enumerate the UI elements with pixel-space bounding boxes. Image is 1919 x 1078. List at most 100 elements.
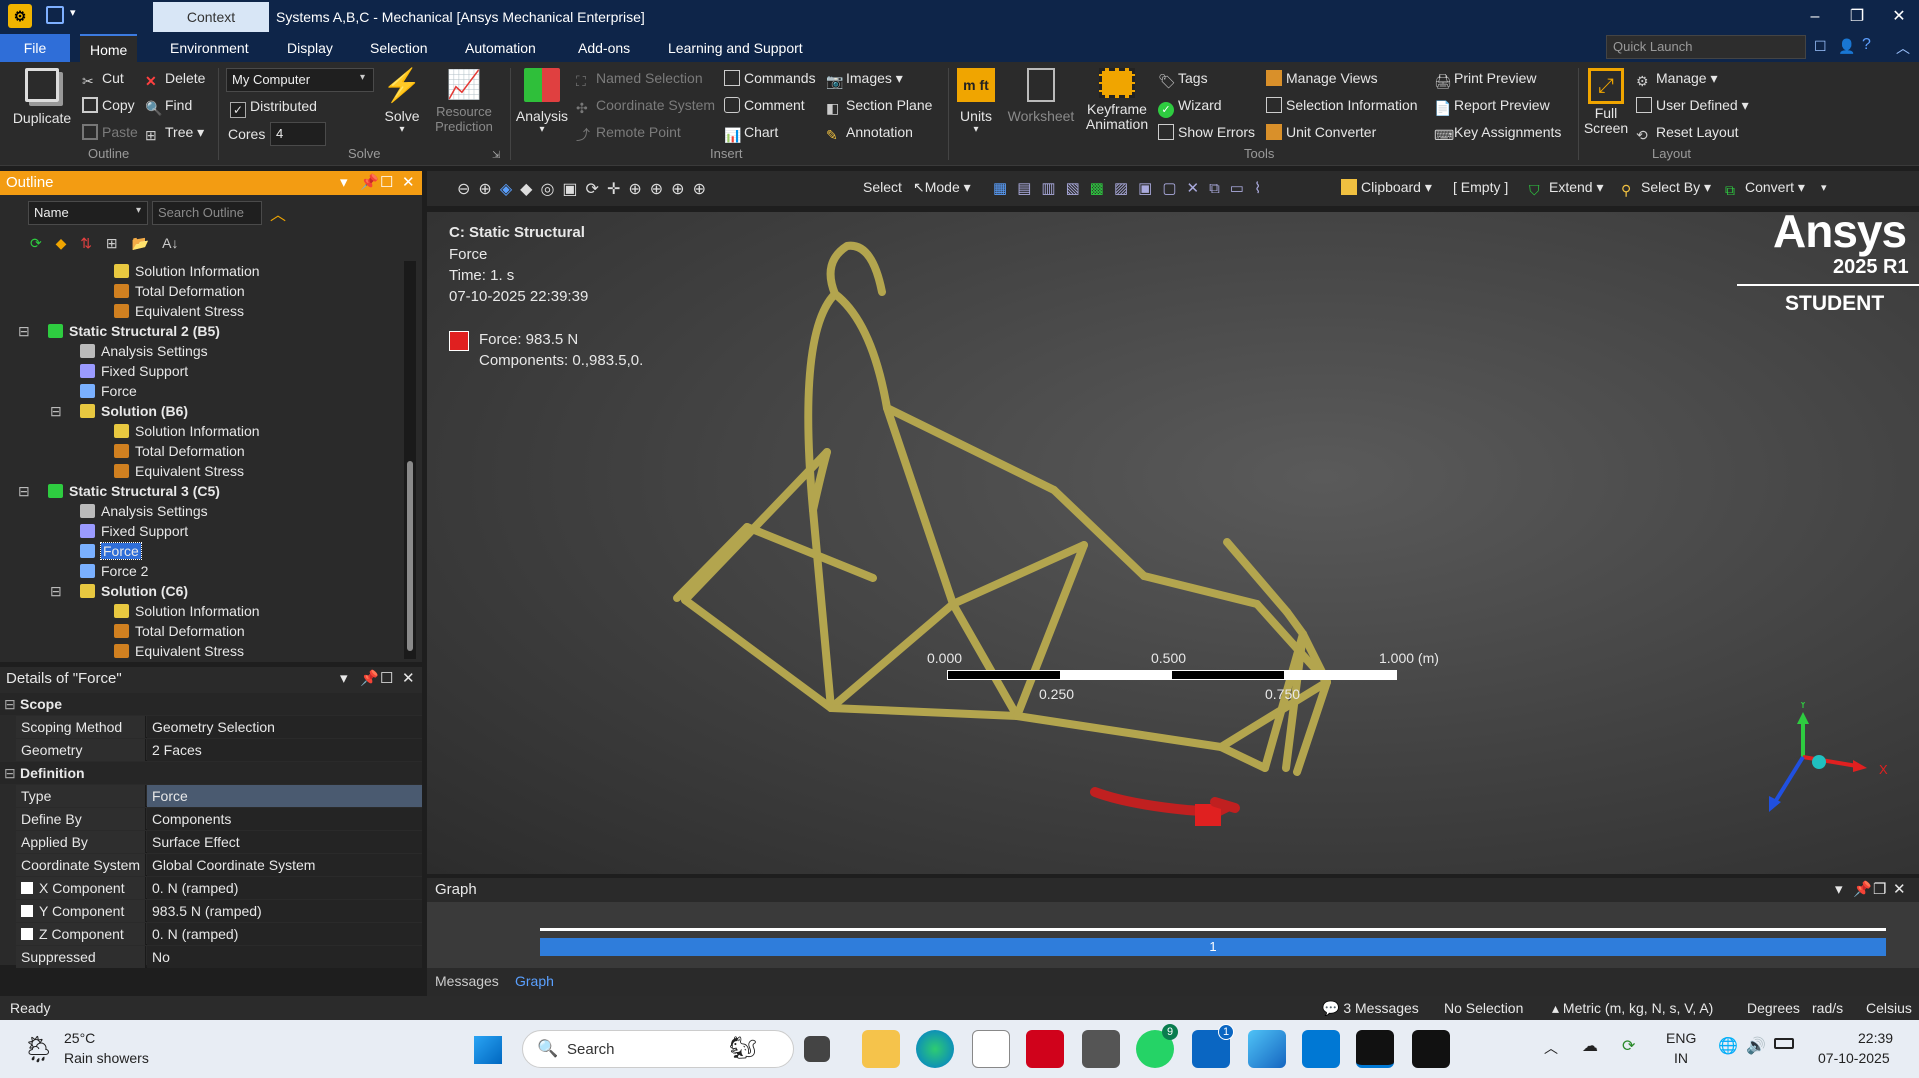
help-icon[interactable]: ?: [1862, 36, 1871, 54]
details-row[interactable]: Scoping Method Geometry Selection: [16, 716, 422, 738]
tree-item[interactable]: Force 2: [80, 561, 148, 581]
language-code[interactable]: ENG: [1666, 1030, 1696, 1046]
details-row[interactable]: Coordinate System Global Coordinate Syste…: [16, 854, 422, 876]
toolbar-overflow-icon[interactable]: ▾: [1821, 181, 1827, 194]
details-row[interactable]: Define By Components: [16, 808, 422, 830]
onedrive-icon[interactable]: ☁: [1582, 1036, 1598, 1056]
triad[interactable]: Y X: [1757, 702, 1897, 832]
tree-item[interactable]: Fixed Support: [80, 521, 188, 541]
maximize-icon[interactable]: ☐: [380, 667, 393, 691]
unit-system[interactable]: ▴ Metric (m, kg, N, s, V, A): [1552, 996, 1713, 1020]
tree-item[interactable]: ⊟ Static Structural 3 (C5): [18, 481, 220, 501]
select-by-button[interactable]: ⚲ Select By ▾: [1621, 179, 1711, 198]
tree-item[interactable]: Total Deformation: [114, 441, 245, 461]
whatsapp-icon[interactable]: 9: [1136, 1024, 1178, 1068]
worksheet-button[interactable]: Worksheet: [1004, 68, 1078, 124]
spaceclaim-icon[interactable]: [1412, 1030, 1450, 1068]
angle-units[interactable]: Degrees: [1747, 996, 1800, 1020]
pin-icon[interactable]: 📌: [360, 171, 379, 195]
messages-status[interactable]: 💬 3 Messages: [1322, 996, 1419, 1020]
tray-overflow-icon[interactable]: ︿: [1544, 1038, 1558, 1058]
file-explorer-icon[interactable]: [862, 1030, 900, 1068]
quick-launch-input[interactable]: Quick Launch: [1606, 35, 1806, 59]
load-step-bar[interactable]: 1: [540, 938, 1886, 956]
shaded-icon[interactable]: ◆: [520, 181, 540, 198]
context-tab[interactable]: Context: [153, 2, 269, 32]
section-plane-button[interactable]: ◧ Section Plane: [826, 97, 932, 116]
convert-button[interactable]: ⧉ Convert ▾: [1725, 179, 1805, 198]
zoom-out-icon[interactable]: ⊖: [457, 181, 478, 198]
temperature-units[interactable]: Celsius: [1866, 996, 1912, 1020]
clipboard-button[interactable]: Clipboard ▾: [1341, 179, 1432, 196]
collapse-ribbon-icon[interactable]: ︿: [1896, 38, 1910, 58]
notifications-icon[interactable]: ☐: [1814, 38, 1827, 55]
property-value[interactable]: 0. N (ramped): [147, 923, 422, 945]
print-preview-button[interactable]: 🖨 Print Preview: [1434, 70, 1536, 89]
dialog-launcher-icon[interactable]: ⇲: [492, 150, 500, 161]
sort-icon[interactable]: ⇅: [80, 235, 92, 251]
save-icon[interactable]: [46, 6, 64, 24]
show-errors-button[interactable]: Show Errors: [1158, 124, 1255, 140]
mode-button[interactable]: ↖Mode ▾: [913, 179, 971, 196]
graphics-viewport[interactable]: C: Static Structural Force Time: 1. s 07…: [427, 205, 1919, 874]
pin-icon[interactable]: 📌: [360, 667, 379, 691]
tree-item[interactable]: ⊟ Solution (C6): [50, 581, 188, 601]
details-row[interactable]: Geometry 2 Faces: [16, 739, 422, 761]
parameter-checkbox[interactable]: [21, 882, 33, 894]
chart-button[interactable]: 📊 Chart: [724, 124, 778, 143]
collapse-icon[interactable]: ⊟: [4, 693, 16, 715]
property-value[interactable]: 983.5 N (ramped): [147, 900, 422, 922]
frame-model[interactable]: [427, 212, 1919, 874]
select-node-icon[interactable]: ▨: [1114, 180, 1138, 197]
select-mesh-icon[interactable]: ▣: [1138, 180, 1162, 197]
look-at-icon[interactable]: ◎: [540, 181, 562, 198]
close-icon[interactable]: ✕: [1878, 0, 1919, 34]
eraser-icon[interactable]: ◆: [56, 235, 67, 251]
close-panel-icon[interactable]: ✕: [402, 171, 415, 195]
volume-icon[interactable]: 🔊: [1746, 1036, 1766, 1056]
collapse-up-icon[interactable]: ︿: [270, 201, 286, 225]
network-icon[interactable]: 🌐: [1718, 1036, 1738, 1056]
details-section-header[interactable]: ⊟ Scope: [0, 693, 422, 715]
unit-converter-button[interactable]: Unit Converter: [1266, 124, 1376, 140]
commands-button[interactable]: Commands: [724, 70, 816, 86]
property-value[interactable]: No: [147, 946, 422, 968]
ansys-app-icon[interactable]: ⚙: [8, 4, 32, 28]
details-row[interactable]: X Component 0. N (ramped): [16, 877, 422, 899]
restore-icon[interactable]: ❐: [1836, 0, 1878, 34]
property-value[interactable]: 2 Faces: [147, 739, 422, 761]
images-button[interactable]: 📷 Images ▾: [826, 70, 903, 89]
details-row[interactable]: Z Component 0. N (ramped): [16, 923, 422, 945]
tree-item[interactable]: Analysis Settings: [80, 341, 208, 361]
select-edge-icon[interactable]: ▤: [1017, 180, 1041, 197]
tree-item[interactable]: ⊟ Solution (B6): [50, 401, 188, 421]
pan-icon[interactable]: ✛: [607, 181, 628, 198]
extend-button[interactable]: ⛉ Extend ▾: [1529, 179, 1604, 198]
coordinate-system-button[interactable]: ✣ Coordinate System: [576, 97, 715, 116]
details-section-header[interactable]: ⊟ Definition: [0, 762, 422, 784]
tree-item[interactable]: Total Deformation: [114, 621, 245, 641]
tree-item[interactable]: Solution Information: [114, 261, 260, 281]
zoom-in-icon[interactable]: ⊕: [478, 181, 499, 198]
parameter-checkbox[interactable]: [21, 905, 33, 917]
collapse-icon[interactable]: ⊟: [4, 762, 16, 784]
battery-icon[interactable]: [1774, 1038, 1794, 1049]
outline-filter-select[interactable]: Name: [28, 201, 148, 225]
collapse-icon[interactable]: ⊟: [50, 581, 62, 601]
outline-search-input[interactable]: Search Outline: [152, 201, 262, 225]
collapse-icon[interactable]: ⊟: [50, 401, 62, 421]
tab-environment[interactable]: Environment: [160, 34, 259, 62]
paste-button[interactable]: Paste: [82, 124, 138, 140]
copy-button[interactable]: Copy: [82, 97, 135, 113]
quick-access-dropdown-icon[interactable]: ▾: [70, 6, 76, 19]
reset-layout-button[interactable]: ⟲ Reset Layout: [1636, 124, 1739, 143]
tree-item[interactable]: Fixed Support: [80, 361, 188, 381]
parameter-checkbox[interactable]: [21, 928, 33, 940]
tree-item[interactable]: Equivalent Stress: [114, 461, 244, 481]
tab-add-ons[interactable]: Add-ons: [568, 34, 640, 62]
property-value[interactable]: Force: [147, 785, 422, 807]
clock-date[interactable]: 07-10-2025: [1818, 1050, 1890, 1066]
pin-icon[interactable]: 📌: [1853, 878, 1872, 902]
key-assignments-button[interactable]: ⌨Key Assignments: [1434, 124, 1561, 143]
close-panel-icon[interactable]: ✕: [402, 667, 415, 691]
